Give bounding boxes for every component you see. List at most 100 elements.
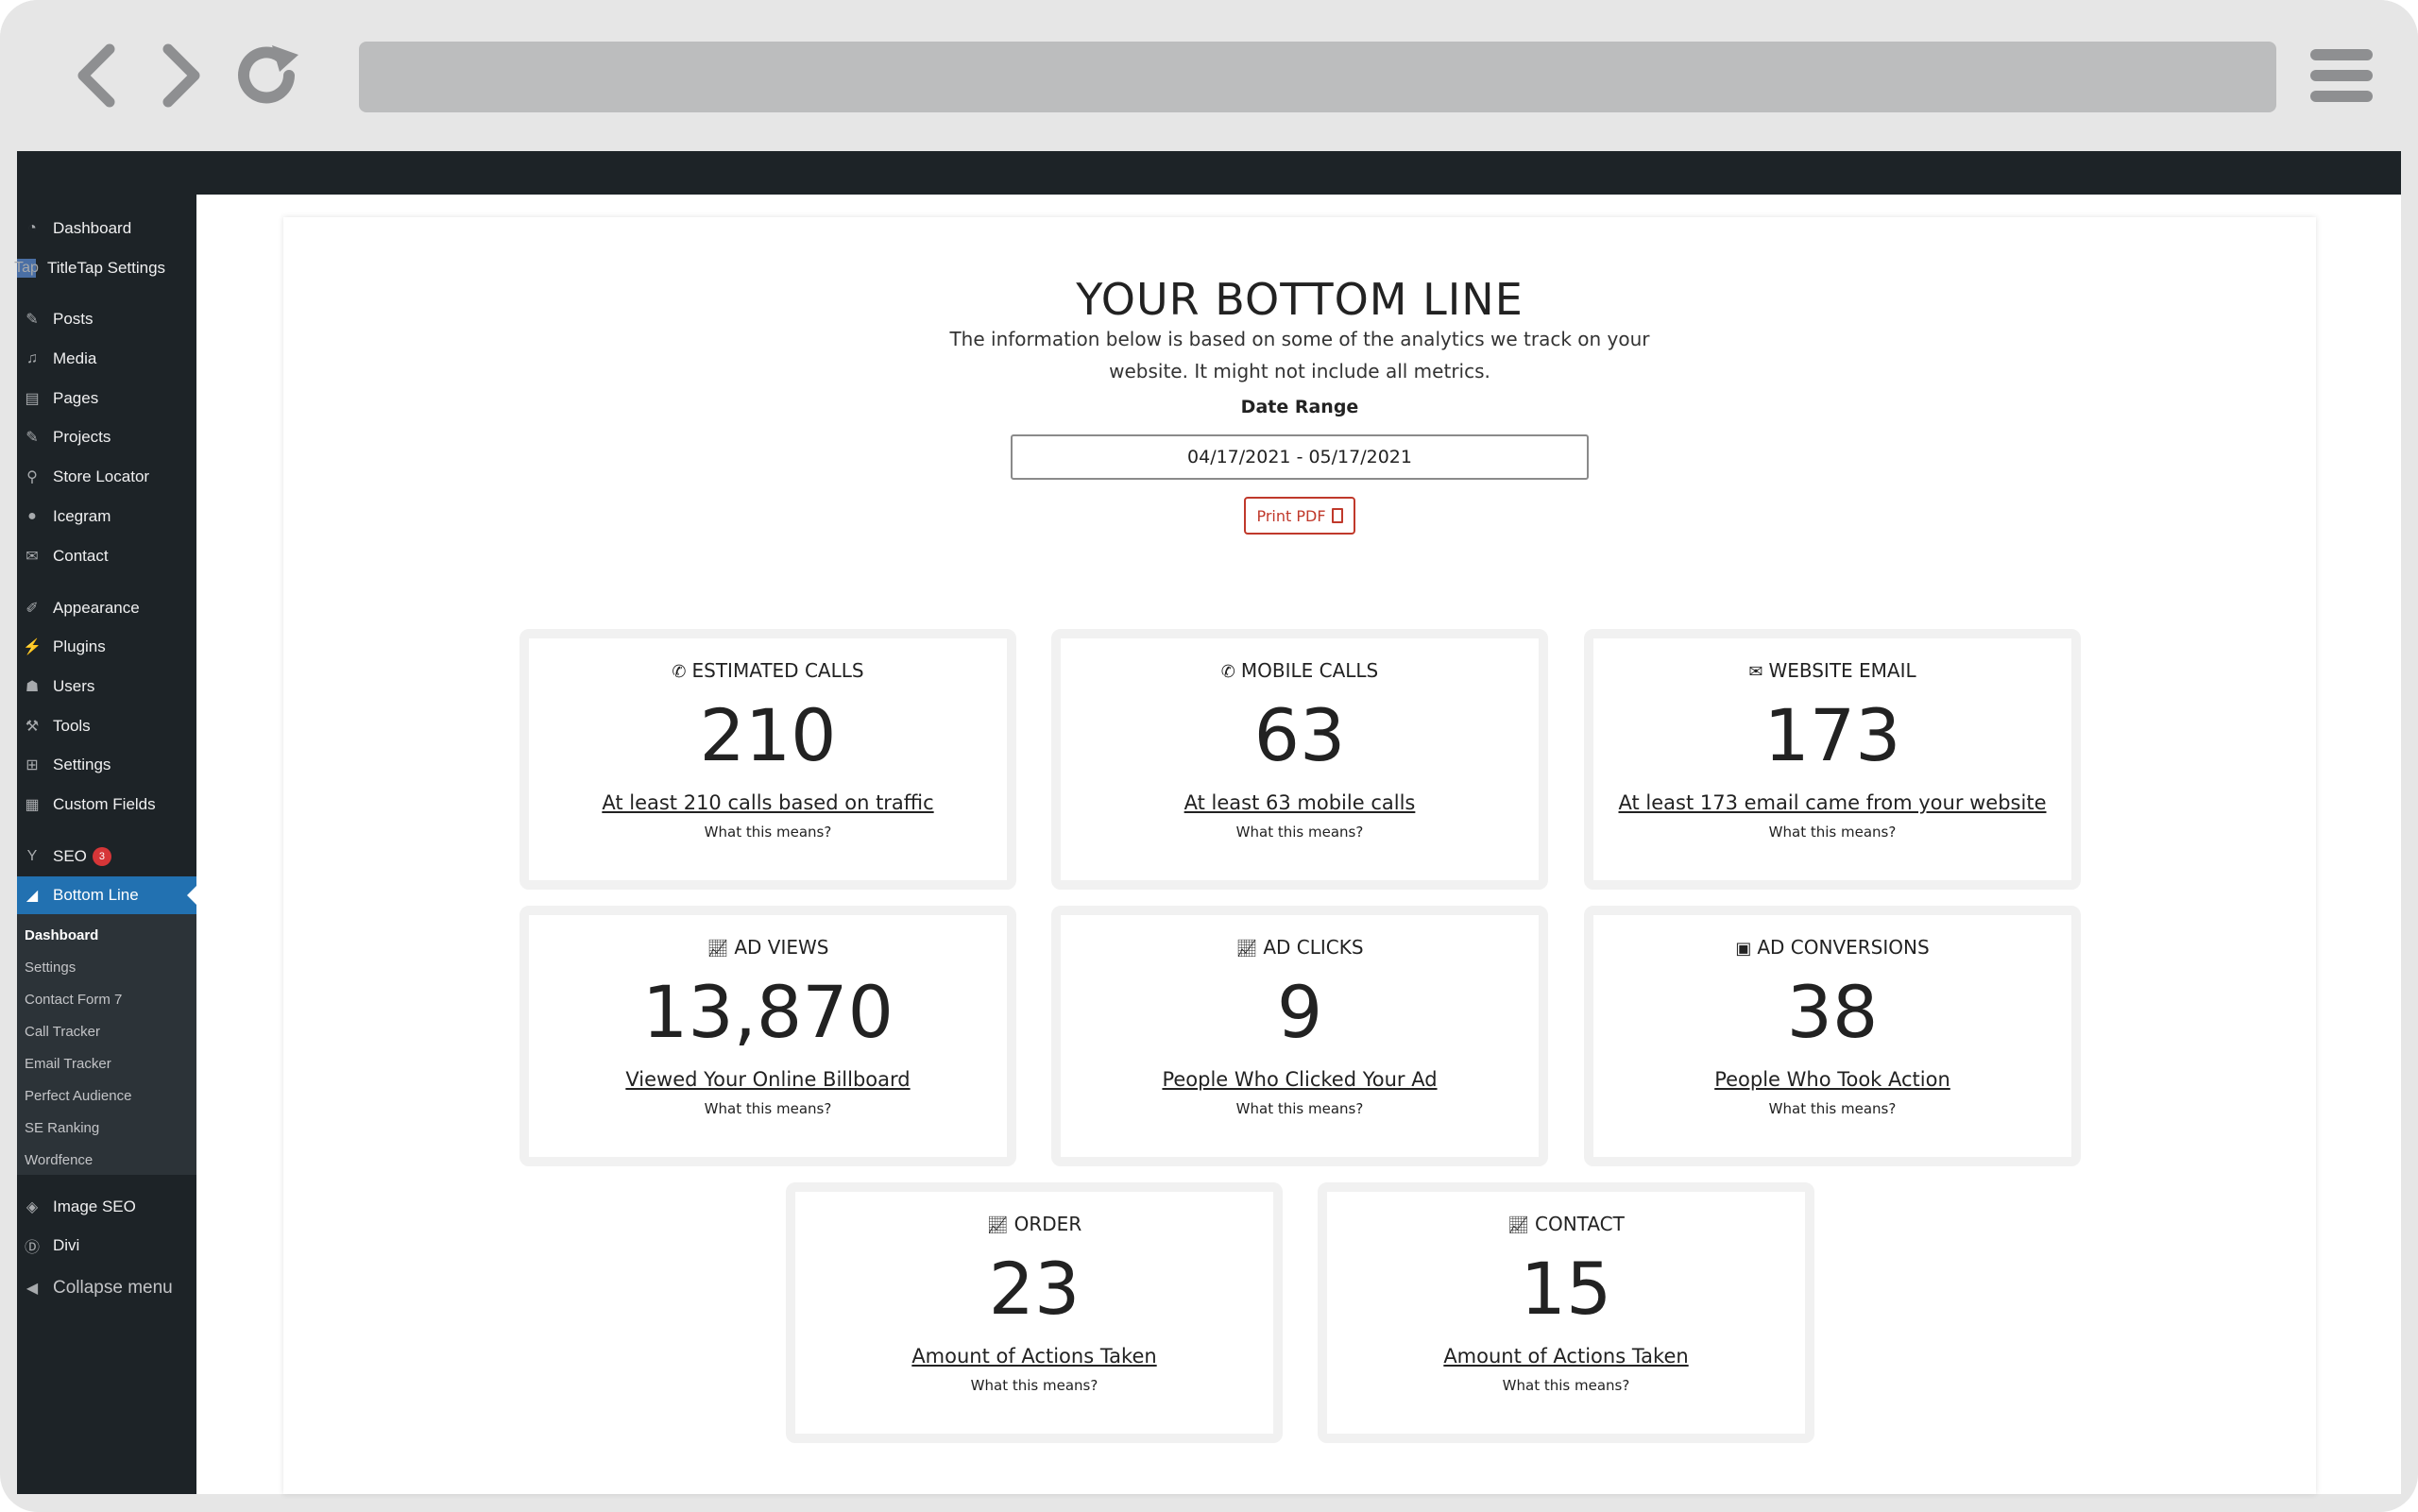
line-chart-icon: 📈︎ [1507,1215,1529,1235]
sidebar-item-bottom-line[interactable]: ◢ Bottom Line [17,876,196,914]
bottom-line-panel: YOUR BOTTOM LINE The information below i… [283,217,2316,1494]
metric-card-website-email: ✉ WEBSITE EMAIL 173 At least 173 email ca… [1584,629,2081,890]
back-arrow-icon[interactable] [62,38,138,113]
submenu-item-se-ranking[interactable]: SE Ranking [25,1120,99,1136]
titletap-icon-text: Tap [14,260,39,276]
what-this-means-link[interactable]: What this means? [1593,1100,2071,1117]
line-chart-icon: 📈︎ [1235,939,1258,959]
sidebar-item-titletap-settings[interactable]: Tap TitleTap Settings [14,249,196,287]
sidebar-item-label: SEO [53,847,87,865]
metric-card-estimated-calls: ✆ ESTIMATED CALLS 210 At least 210 calls … [519,629,1016,890]
pages-icon: ▤ [25,391,40,407]
sidebar-item-divi[interactable]: Ⓓ Divi [17,1227,196,1265]
sidebar-item-settings[interactable]: ⊞ Settings [17,746,196,784]
submenu-item-email-tracker[interactable]: Email Tracker [25,1056,111,1072]
divi-icon: Ⓓ [24,1240,40,1256]
submenu-item-settings[interactable]: Settings [25,960,76,976]
card-value: 15 [1520,1247,1612,1331]
submenu-item-call-tracker[interactable]: Call Tracker [25,1024,100,1040]
pin-icon: ✎ [26,430,39,446]
plugins-icon: ⚡ [23,639,42,655]
collapse-menu-button[interactable]: ◀ Collapse menu [17,1269,196,1307]
pdf-file-icon [1331,508,1343,523]
date-range-input[interactable]: 04/17/2021 - 05/17/2021 [1011,434,1589,480]
what-this-means-link[interactable]: What this means? [529,824,1007,841]
sidebar-item-store-locator[interactable]: ⚲ Store Locator [17,458,196,496]
print-pdf-button[interactable]: Print PDF [1244,497,1355,535]
media-icon: ♫ [26,350,38,366]
forward-arrow-icon[interactable] [140,38,215,113]
card-title: CONTACT [1535,1213,1625,1235]
metric-card-order: 📈︎ ORDER 23 Amount of Actions Taken What … [786,1182,1283,1443]
card-link[interactable]: At least 210 calls based on traffic [529,791,1007,814]
sidebar-item-label: Contact [53,547,109,565]
what-this-means-link[interactable]: What this means? [1593,824,2071,841]
titletap-icon: Tap [14,259,39,278]
sidebar-item-label: Store Locator [53,467,150,485]
what-this-means-link[interactable]: What this means? [1061,824,1539,841]
image-seo-icon: ◈ [26,1199,39,1215]
sidebar-item-tools[interactable]: ⚒ Tools [17,707,196,745]
sidebar-item-label: Pages [53,389,99,407]
submenu-item-dashboard[interactable]: Dashboard [25,927,98,943]
sidebar-item-posts[interactable]: ✎ Posts [17,300,196,338]
card-value: 38 [1786,970,1879,1054]
card-title: ORDER [1013,1213,1082,1235]
what-this-means-link[interactable]: What this means? [1061,1100,1539,1117]
sidebar-item-dashboard[interactable]: ◔ Dashboard [17,210,196,247]
sidebar-item-image-seo[interactable]: ◈ Image SEO [17,1188,196,1226]
sidebar-item-appearance[interactable]: ✐ Appearance [17,589,196,627]
pin-icon: ✎ [26,312,39,328]
sidebar-item-seo[interactable]: Y SEO 3 [17,838,196,875]
what-this-means-link[interactable]: What this means? [1327,1377,1805,1394]
sidebar-item-media[interactable]: ♫ Media [17,340,196,378]
mail-icon: ✉ [26,549,39,565]
sidebar-item-projects[interactable]: ✎ Projects [17,418,196,456]
hamburger-menu-icon[interactable] [2310,49,2373,102]
card-title: AD CLICKS [1263,936,1364,959]
metric-card-ad-views: 📈︎ AD VIEWS 13,870 Viewed Your Online Bil… [519,906,1016,1166]
sidebar-item-custom-fields[interactable]: ▦ Custom Fields [17,786,196,824]
print-pdf-label: Print PDF [1256,506,1326,525]
card-value: 173 [1763,693,1901,777]
card-value: 210 [699,693,837,777]
sidebar-item-plugins[interactable]: ⚡ Plugins [17,628,196,666]
seo-notification-badge: 3 [92,847,111,866]
submenu-item-wordfence[interactable]: Wordfence [25,1152,93,1168]
card-link[interactable]: Amount of Actions Taken [1327,1345,1805,1368]
card-link[interactable]: Viewed Your Online Billboard [529,1068,1007,1091]
sidebar-item-contact[interactable]: ✉ Contact [17,537,196,575]
line-chart-icon: 📈︎ [986,1215,1009,1235]
card-link[interactable]: People Who Clicked Your Ad [1061,1068,1539,1091]
card-title: MOBILE CALLS [1240,659,1379,682]
card-title: AD VIEWS [734,936,829,959]
submenu-item-contact-form-7[interactable]: Contact Form 7 [25,992,122,1008]
reload-icon[interactable] [230,38,306,113]
sidebar-item-label: Icegram [53,507,111,525]
submenu-item-perfect-audience[interactable]: Perfect Audience [25,1088,131,1104]
paintbrush-icon: ✐ [26,601,39,617]
card-value: 9 [1276,970,1323,1054]
sidebar-item-label: Users [53,677,95,695]
url-bar[interactable] [359,42,2276,112]
icegram-icon: ● [27,508,37,524]
card-link[interactable]: At least 173 email came from your websit… [1593,791,2071,814]
sidebar-item-pages[interactable]: ▤ Pages [17,380,196,417]
card-link[interactable]: People Who Took Action [1593,1068,2071,1091]
admin-top-bar [17,151,2401,195]
sidebar-item-label: Bottom Line [53,886,139,904]
phone-icon: ✆ [672,662,687,682]
envelope-icon: ✉ [1748,662,1763,682]
card-link[interactable]: Amount of Actions Taken [795,1345,1273,1368]
what-this-means-link[interactable]: What this means? [795,1377,1273,1394]
admin-sidebar: ◔ Dashboard Tap TitleTap Settings ✎ Post… [14,195,196,1494]
card-link[interactable]: At least 63 mobile calls [1061,791,1539,814]
sidebar-item-icegram[interactable]: ● Icegram [17,498,196,535]
phone-icon: ✆ [1220,662,1235,682]
yoast-icon: Y [26,848,38,864]
sidebar-item-users[interactable]: ☗ Users [17,668,196,705]
what-this-means-link[interactable]: What this means? [529,1100,1007,1117]
table-icon: ▦ [25,797,40,813]
sidebar-item-label: Divi [53,1236,80,1254]
wrench-icon: ⚒ [25,719,40,735]
